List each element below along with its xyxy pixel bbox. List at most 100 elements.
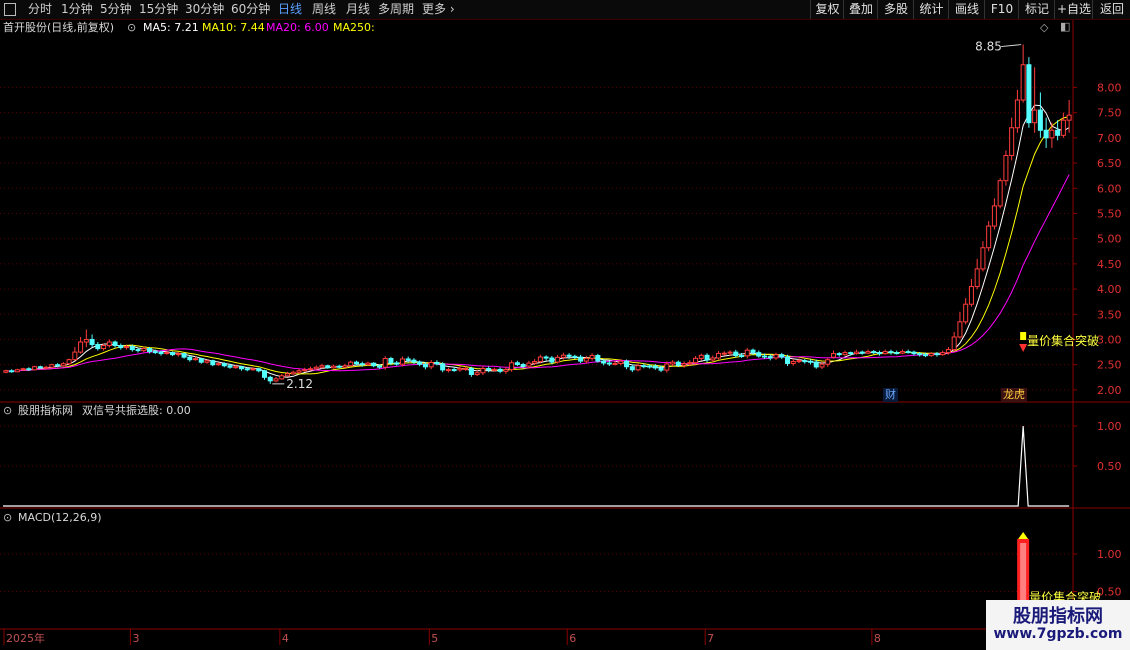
candle	[83, 329, 89, 348]
toolbar-button-7[interactable]: +自选	[1054, 0, 1093, 19]
menu-icon[interactable]	[4, 3, 16, 16]
period-tab-6[interactable]: 日线	[278, 1, 302, 18]
candle-body	[612, 362, 618, 365]
period-tab-5[interactable]: 60分钟	[231, 1, 270, 18]
candle	[187, 355, 193, 362]
dragon-tiger-badge[interactable]: 龙虎	[1001, 388, 1027, 402]
candle	[629, 364, 635, 373]
candle-body	[37, 366, 43, 369]
candle	[1066, 100, 1072, 133]
candle	[727, 350, 733, 356]
ma-toggle-icon[interactable]: ⊙	[127, 21, 136, 35]
candle-body	[830, 353, 836, 358]
candle-body	[106, 341, 112, 347]
period-tab-2[interactable]: 5分钟	[100, 1, 132, 18]
period-toolbar: 分时 1分钟 5分钟 15分钟 30分钟 60分钟 日线 周线 月线 多周期 更多 › 复权 叠加 多股…	[0, 0, 1130, 20]
ma-label-2: MA20: 6.00	[266, 21, 329, 34]
candle	[1060, 112, 1066, 138]
period-tab-9[interactable]: 多周期	[378, 1, 414, 18]
candle	[181, 352, 187, 359]
candle-body	[164, 352, 170, 355]
candle	[480, 366, 486, 376]
candle	[813, 359, 819, 369]
candle	[55, 363, 61, 368]
candle-body	[658, 367, 664, 371]
candle	[894, 350, 900, 355]
candle	[89, 334, 95, 348]
candle	[164, 350, 170, 355]
candle-body	[445, 369, 451, 372]
candle-body	[417, 361, 423, 365]
period-tab-3[interactable]: 15分钟	[139, 1, 178, 18]
candle-body	[922, 354, 928, 357]
candle	[250, 367, 256, 371]
candle-body	[997, 180, 1003, 207]
ma-label-3: MA250:	[333, 21, 375, 34]
candle-body	[1055, 129, 1061, 136]
candle	[399, 356, 405, 367]
indicator-title: 股朋指标网	[18, 404, 73, 417]
candle-body	[727, 351, 733, 354]
candle-body	[871, 351, 877, 354]
candle-body	[681, 363, 687, 366]
period-tab-0[interactable]: 分时	[28, 1, 52, 18]
candle	[825, 357, 831, 367]
candle	[106, 339, 112, 348]
candle	[974, 258, 980, 290]
period-tab-4[interactable]: 30分钟	[185, 1, 224, 18]
candle-body	[330, 365, 336, 369]
toolbar-button-1[interactable]: 叠加	[843, 0, 878, 19]
candle	[842, 350, 848, 356]
candle-body	[566, 354, 572, 357]
candle-body	[986, 225, 992, 249]
toolbar-button-4[interactable]: 画线	[948, 0, 985, 19]
macd-tick-label-0: 0.50	[1097, 586, 1122, 599]
candle-body	[491, 368, 497, 371]
candle-body	[325, 365, 331, 369]
candle-body	[336, 365, 342, 368]
panel-toggle-icon[interactable]: ◧	[1060, 20, 1070, 34]
candle	[233, 364, 239, 369]
candle	[342, 363, 348, 368]
candle	[440, 362, 446, 373]
candle	[917, 352, 923, 357]
toolbar-button-2[interactable]: 多股	[877, 0, 914, 19]
candle	[555, 354, 561, 364]
finance-badge[interactable]: 财	[883, 388, 898, 402]
candle	[1032, 67, 1038, 133]
candle-body	[739, 355, 745, 358]
candle-body	[675, 361, 681, 366]
candle	[911, 350, 917, 356]
macd-toggle-icon[interactable]: ⊙	[3, 511, 12, 525]
candle	[129, 344, 135, 352]
candle-body	[434, 361, 440, 365]
indicator-toggle-icon[interactable]: ⊙	[3, 404, 12, 418]
ma-label-1: MA10: 7.44	[202, 21, 265, 34]
candle-body	[49, 364, 55, 368]
period-tab-10[interactable]: 更多 ›	[422, 1, 455, 18]
toolbar-button-8[interactable]: 返回	[1092, 0, 1130, 19]
period-tab-8[interactable]: 月线	[346, 1, 370, 18]
toolbar-button-6[interactable]: 标记	[1018, 0, 1055, 19]
candle-body	[463, 367, 469, 370]
candle	[411, 358, 417, 365]
candle	[583, 355, 589, 364]
indicator-tick-label-1: 1.00	[1097, 420, 1122, 433]
toolbar-button-0[interactable]: 复权	[810, 0, 844, 19]
candle-body	[284, 373, 291, 377]
candle-body	[359, 363, 365, 366]
candle-body	[210, 360, 216, 366]
candle	[37, 365, 43, 369]
candle-body	[940, 352, 946, 356]
candle	[486, 366, 492, 373]
diamond-icon[interactable]: ◇	[1040, 21, 1048, 35]
period-tab-7[interactable]: 周线	[312, 1, 336, 18]
candle-body	[371, 362, 377, 367]
candle-body	[549, 357, 555, 363]
candle	[457, 366, 463, 372]
candle-body	[905, 351, 911, 354]
candle	[3, 369, 9, 374]
period-tab-1[interactable]: 1分钟	[61, 1, 93, 18]
toolbar-button-3[interactable]: 统计	[913, 0, 949, 19]
toolbar-button-5[interactable]: F10	[984, 0, 1019, 19]
